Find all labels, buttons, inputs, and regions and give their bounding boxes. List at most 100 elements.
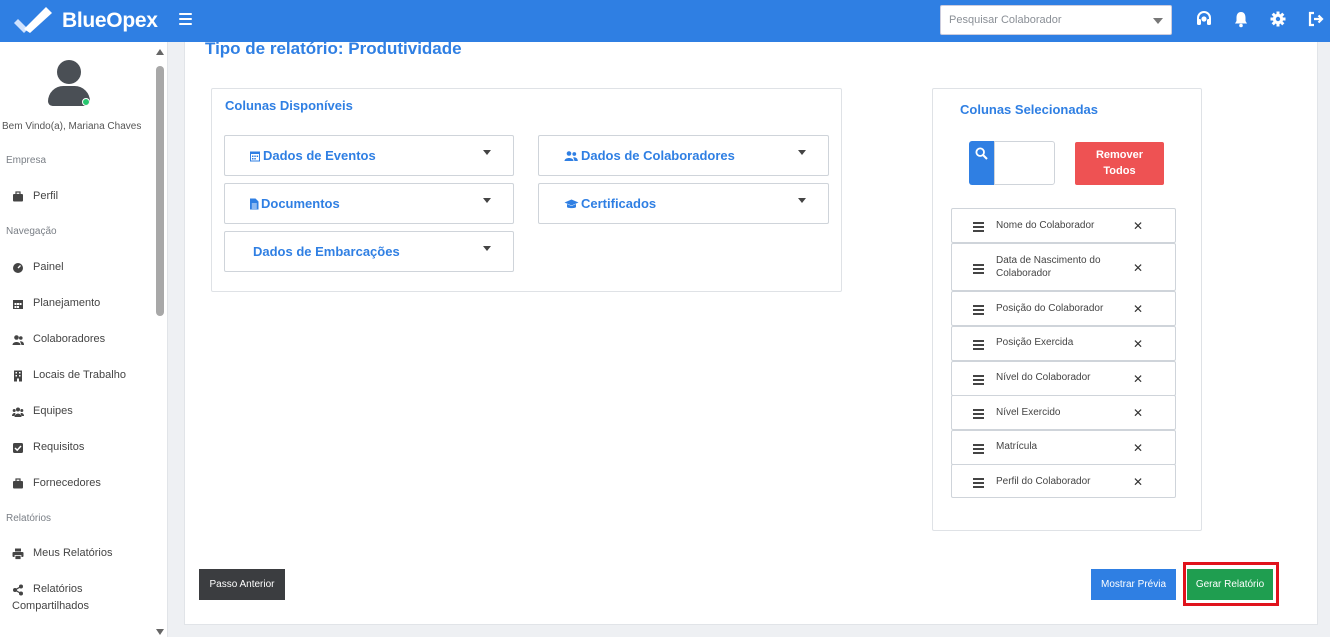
selected-column-label: Nome do Colaborador — [996, 220, 1095, 231]
selected-column-label: Data de Nascimento do Colaborador — [996, 255, 1101, 279]
sidebar-item-perfil[interactable]: Perfil — [12, 190, 58, 205]
selected-column-label: Matrícula — [996, 441, 1038, 452]
sidebar-item-label: Colaboradores — [33, 333, 106, 345]
previous-step-button[interactable]: Passo Anterior — [199, 569, 285, 600]
generate-report-button[interactable]: Gerar Relatório — [1187, 569, 1273, 600]
document-icon — [249, 198, 259, 210]
selected-column-label: Nível Exercido — [996, 407, 1061, 418]
section-label-navegacao: Navegação — [6, 226, 57, 237]
sidebar-scrollbar[interactable] — [155, 46, 165, 637]
dashboard-gauge-icon — [12, 262, 24, 274]
scrollbar-thumb[interactable] — [156, 66, 164, 316]
building-icon — [12, 370, 24, 382]
caret-down-icon — [483, 150, 491, 155]
briefcase-icon — [12, 191, 24, 203]
scroll-down-arrow-icon[interactable] — [156, 629, 164, 635]
sidebar-item-label: Fornecedores — [33, 477, 101, 489]
remove-column-icon[interactable]: ✕ — [1133, 337, 1143, 351]
dropdown-label: Dados de Embarcações — [253, 244, 400, 259]
employee-search-select[interactable]: Pesquisar Colaborador — [940, 5, 1172, 35]
sidebar-item-label: Perfil — [33, 190, 59, 202]
logout-icon[interactable] — [1307, 10, 1325, 28]
scroll-up-arrow-icon[interactable] — [156, 49, 164, 55]
dropdown-label: Dados de Colaboradores — [581, 148, 735, 163]
bell-icon[interactable] — [1232, 10, 1250, 28]
sidebar: Bem Vindo(a), Mariana Chaves Empresa Per… — [0, 42, 168, 637]
drag-handle-icon[interactable] — [973, 375, 985, 385]
sidebar-item-colaboradores[interactable]: Colaboradores — [12, 333, 105, 348]
remove-column-icon[interactable]: ✕ — [1133, 302, 1143, 316]
selected-column-label: Perfil do Colaborador — [996, 476, 1091, 487]
sidebar-item-equipes[interactable]: Equipes — [12, 405, 73, 420]
sidebar-item-label: Equipes — [33, 405, 73, 417]
search-placeholder: Pesquisar Colaborador — [949, 14, 1062, 26]
remove-column-icon[interactable]: ✕ — [1133, 441, 1143, 455]
users-icon — [12, 334, 24, 346]
show-preview-button[interactable]: Mostrar Prévia — [1091, 569, 1176, 600]
sidebar-item-meus-relatorios[interactable]: Meus Relatórios — [12, 547, 112, 562]
dropdown-dados-de-eventos[interactable]: Dados de Eventos — [224, 135, 514, 176]
logo-icon — [14, 7, 52, 33]
selected-column-item[interactable]: Nível Exercido ✕ — [951, 395, 1176, 430]
remove-column-icon[interactable]: ✕ — [1133, 372, 1143, 386]
selected-column-label: Posição do Colaborador — [996, 303, 1104, 314]
checkbox-icon — [12, 442, 24, 454]
dropdown-dados-de-embarcacoes[interactable]: Dados de Embarcações — [224, 231, 514, 272]
caret-down-icon — [798, 150, 806, 155]
caret-down-icon — [798, 198, 806, 203]
online-status-dot — [82, 98, 90, 106]
dropdown-documentos[interactable]: Documentos — [224, 183, 514, 224]
sidebar-item-planejamento[interactable]: Planejamento — [12, 297, 100, 312]
sidebar-item-locais-de-trabalho[interactable]: Locais de Trabalho — [12, 369, 126, 384]
caret-down-icon — [483, 198, 491, 203]
share-icon — [12, 584, 24, 596]
selected-columns-search-input[interactable] — [994, 141, 1055, 185]
chevron-down-icon — [1153, 18, 1163, 24]
caret-down-icon — [483, 246, 491, 251]
app-logo[interactable]: BlueOpex — [12, 6, 158, 36]
sidebar-item-label: Meus Relatórios — [33, 547, 113, 559]
selected-column-item[interactable]: Data de Nascimento do Colaborador ✕ — [951, 243, 1176, 291]
drag-handle-icon[interactable] — [973, 444, 985, 454]
users-icon — [564, 150, 578, 162]
remove-column-icon[interactable]: ✕ — [1133, 475, 1143, 489]
selected-column-item[interactable]: Posição do Colaborador ✕ — [951, 291, 1176, 326]
remove-column-icon[interactable]: ✕ — [1133, 261, 1143, 275]
drag-handle-icon[interactable] — [973, 340, 985, 350]
dropdown-certificados[interactable]: Certificados — [538, 183, 829, 224]
calendar-icon — [12, 298, 24, 310]
menu-toggle-icon[interactable] — [179, 10, 195, 30]
selected-column-item[interactable]: Posição Exercida ✕ — [951, 326, 1176, 361]
drag-handle-icon[interactable] — [973, 222, 985, 232]
drag-handle-icon[interactable] — [973, 305, 985, 315]
remove-column-icon[interactable]: ✕ — [1133, 406, 1143, 420]
sidebar-item-requisitos[interactable]: Requisitos — [12, 441, 84, 456]
remove-all-button[interactable]: Remover Todos — [1075, 142, 1164, 185]
selected-column-item[interactable]: Nível do Colaborador ✕ — [951, 361, 1176, 396]
dropdown-label: Dados de Eventos — [263, 148, 376, 163]
sidebar-item-fornecedores[interactable]: Fornecedores — [12, 477, 101, 492]
user-avatar[interactable] — [46, 60, 92, 108]
drag-handle-icon[interactable] — [973, 264, 985, 274]
selected-column-label: Nível do Colaborador — [996, 372, 1091, 383]
drag-handle-icon[interactable] — [973, 409, 985, 419]
gear-icon[interactable] — [1269, 10, 1287, 28]
selected-columns-title: Colunas Selecionadas — [960, 102, 1098, 117]
welcome-text: Bem Vindo(a), Mariana Chaves — [2, 121, 142, 132]
selected-column-item[interactable]: Perfil do Colaborador ✕ — [951, 464, 1176, 498]
dropdown-dados-de-colaboradores[interactable]: Dados de Colaboradores — [538, 135, 829, 176]
page-title: Tipo de relatório: Produtividade — [205, 39, 462, 58]
remove-column-icon[interactable]: ✕ — [1133, 219, 1143, 233]
section-label-empresa: Empresa — [6, 155, 47, 166]
sidebar-item-label: Requisitos — [33, 441, 85, 453]
selected-column-item[interactable]: Matrícula ✕ — [951, 430, 1176, 465]
section-label-relatorios: Relatórios — [6, 513, 52, 524]
search-button[interactable] — [969, 141, 995, 185]
dropdown-label: Documentos — [261, 196, 340, 211]
drag-handle-icon[interactable] — [973, 478, 985, 488]
selected-column-item[interactable]: Nome do Colaborador ✕ — [951, 208, 1176, 243]
sidebar-item-relatorios-compartilhados[interactable]: Relatórios Compartilhados — [12, 583, 89, 615]
sidebar-item-painel[interactable]: Painel — [12, 261, 64, 276]
team-icon — [12, 406, 24, 418]
headset-icon[interactable] — [1195, 10, 1213, 28]
